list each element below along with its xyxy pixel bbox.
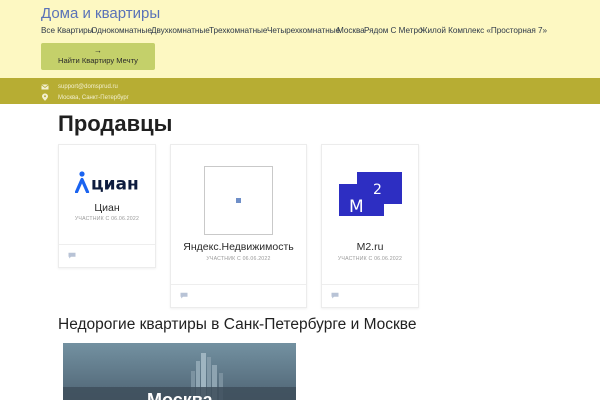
envelope-icon bbox=[41, 84, 49, 90]
comment-icon[interactable] bbox=[331, 292, 339, 299]
section-title: Недорогие квартиры в Санк-Петербурге и М… bbox=[58, 316, 417, 333]
seller-logo-placeholder[interactable] bbox=[204, 166, 273, 235]
map-pin-icon bbox=[42, 93, 48, 101]
comment-icon[interactable] bbox=[68, 252, 76, 259]
nav-item-near-metro[interactable]: Рядом С Метро bbox=[364, 25, 423, 37]
card-footer bbox=[322, 284, 418, 307]
arrow-right-icon: → bbox=[94, 46, 102, 55]
site-title-link[interactable]: Дома и квартиры bbox=[41, 5, 160, 23]
banner-city-name: Москва bbox=[147, 390, 213, 400]
comment-icon[interactable] bbox=[180, 292, 188, 299]
seller-card-cian[interactable]: циан Циан УЧАСТНИК С 06.06.2022 bbox=[58, 144, 156, 268]
moscow-city-banner[interactable]: Москва bbox=[63, 343, 296, 400]
cian-logo-text: циан bbox=[91, 175, 139, 194]
m2-logo[interactable]: M 2 bbox=[339, 172, 402, 216]
find-apartment-label: Найти Квартиру Мечту bbox=[58, 56, 138, 65]
seller-card-m2[interactable]: M 2 M2.ru УЧАСТНИК С 06.06.2022 bbox=[321, 144, 419, 308]
contact-bar: support@domsprud.ru Москва, Санкт-Петерб… bbox=[0, 78, 600, 104]
broken-image-icon bbox=[235, 197, 242, 204]
page-title: Продавцы bbox=[58, 111, 173, 136]
nav-item-all[interactable]: Все Квартиры bbox=[41, 25, 94, 37]
card-footer bbox=[171, 284, 306, 307]
nav-item-one-room[interactable]: Однокомнатные bbox=[91, 25, 152, 37]
nav-item-three-room[interactable]: Трехкомнатные bbox=[209, 25, 267, 37]
seller-since: УЧАСТНИК С 06.06.2022 bbox=[337, 256, 403, 262]
find-apartment-button[interactable]: → Найти Квартиру Мечту bbox=[41, 43, 155, 70]
seller-since: УЧАСТНИК С 06.06.2022 bbox=[206, 256, 271, 262]
nav-item-moscow[interactable]: Москва bbox=[337, 25, 365, 37]
seller-name[interactable]: Яндекс.Недвижимость bbox=[171, 241, 306, 253]
seller-card-yandex[interactable]: Яндекс.Недвижимость УЧАСТНИК С 06.06.202… bbox=[170, 144, 307, 308]
seller-name[interactable]: Циан bbox=[59, 202, 155, 214]
seller-since: УЧАСТНИК С 06.06.2022 bbox=[74, 216, 140, 222]
m2-logo-text: M bbox=[349, 197, 364, 216]
site-header: Дома и квартиры Все Квартиры Однокомнатн… bbox=[0, 0, 600, 78]
cian-logo[interactable]: циан bbox=[75, 171, 143, 193]
nav-item-four-room[interactable]: Четырехкомнатные bbox=[267, 25, 340, 37]
contact-email[interactable]: support@domsprud.ru bbox=[58, 83, 118, 91]
seller-name[interactable]: M2.ru bbox=[322, 241, 418, 253]
nav-item-complex[interactable]: Жилой Комплекс «Просторная 7» bbox=[420, 25, 547, 37]
main-nav: Все Квартиры Однокомнатные Двухкомнатные… bbox=[41, 25, 581, 39]
nav-item-two-room[interactable]: Двухкомнатные bbox=[151, 25, 210, 37]
contact-location: Москва, Санкт-Петербург bbox=[58, 95, 129, 101]
m2-logo-superscript: 2 bbox=[373, 182, 382, 198]
card-footer bbox=[59, 244, 155, 267]
